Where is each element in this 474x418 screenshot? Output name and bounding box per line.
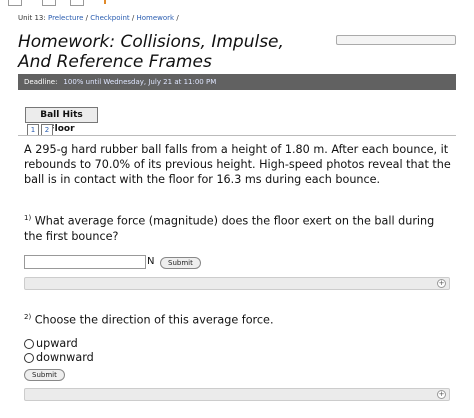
breadcrumb-item-checkpoint[interactable]: Checkpoint <box>90 14 129 22</box>
deadline-bar: Deadline: 100% until Wednesday, July 21 … <box>18 74 456 90</box>
problem-title: Ball Hits Floor <box>25 107 98 134</box>
submit-button-1[interactable]: Submit <box>160 257 201 269</box>
question-2: 2) Choose the direction of this average … <box>24 310 454 328</box>
question-1-number: 1) <box>24 214 32 222</box>
expand-plus-icon[interactable]: + <box>437 390 446 399</box>
toolbar-icons <box>0 0 474 8</box>
question-2-number: 2) <box>24 313 32 321</box>
question-1: 1) What average force (magnitude) does t… <box>24 211 454 244</box>
hint-bar-1[interactable]: + <box>24 277 450 290</box>
breadcrumb-unit: Unit 13: <box>18 14 46 22</box>
breadcrumb-item-prelecture[interactable]: Prelecture <box>48 14 83 22</box>
flag-icon[interactable] <box>70 0 84 6</box>
radio-option-downward[interactable]: downward <box>24 351 94 365</box>
unit-label: N <box>147 256 155 267</box>
submit-button-2[interactable]: Submit <box>24 369 65 381</box>
radio-button[interactable] <box>24 353 34 363</box>
problem-statement: A 295-g hard rubber ball falls from a he… <box>24 143 451 186</box>
answer-input[interactable] <box>24 255 146 269</box>
page-icon[interactable] <box>8 0 22 6</box>
radio-button[interactable] <box>24 339 34 349</box>
radio-option-upward[interactable]: upward <box>24 337 78 351</box>
deadline-label: Deadline: <box>24 78 58 86</box>
page-title: Homework: Collisions, Impulse, And Refer… <box>18 32 284 72</box>
title-search-field[interactable] <box>336 35 456 45</box>
radio-label-upward: upward <box>36 337 78 350</box>
deadline-value: 100% until Wednesday, July 21 at 11:00 P… <box>63 78 217 86</box>
breadcrumb-separator: / <box>176 14 179 22</box>
breadcrumb-separator: / <box>131 14 135 22</box>
divider <box>18 135 456 136</box>
breadcrumb-separator: / <box>85 14 89 22</box>
pin-icon[interactable] <box>104 0 106 4</box>
breadcrumb: Unit 13: Prelecture / Checkpoint / Homew… <box>18 14 179 22</box>
radio-label-downward: downward <box>36 351 94 364</box>
list-icon[interactable] <box>42 0 56 6</box>
question-2-text: Choose the direction of this average for… <box>34 313 274 327</box>
hint-bar-2[interactable]: + <box>24 388 450 401</box>
question-1-text: What average force (magnitude) does the … <box>24 214 435 243</box>
expand-plus-icon[interactable]: + <box>437 279 446 288</box>
breadcrumb-item-homework[interactable]: Homework <box>136 14 174 22</box>
